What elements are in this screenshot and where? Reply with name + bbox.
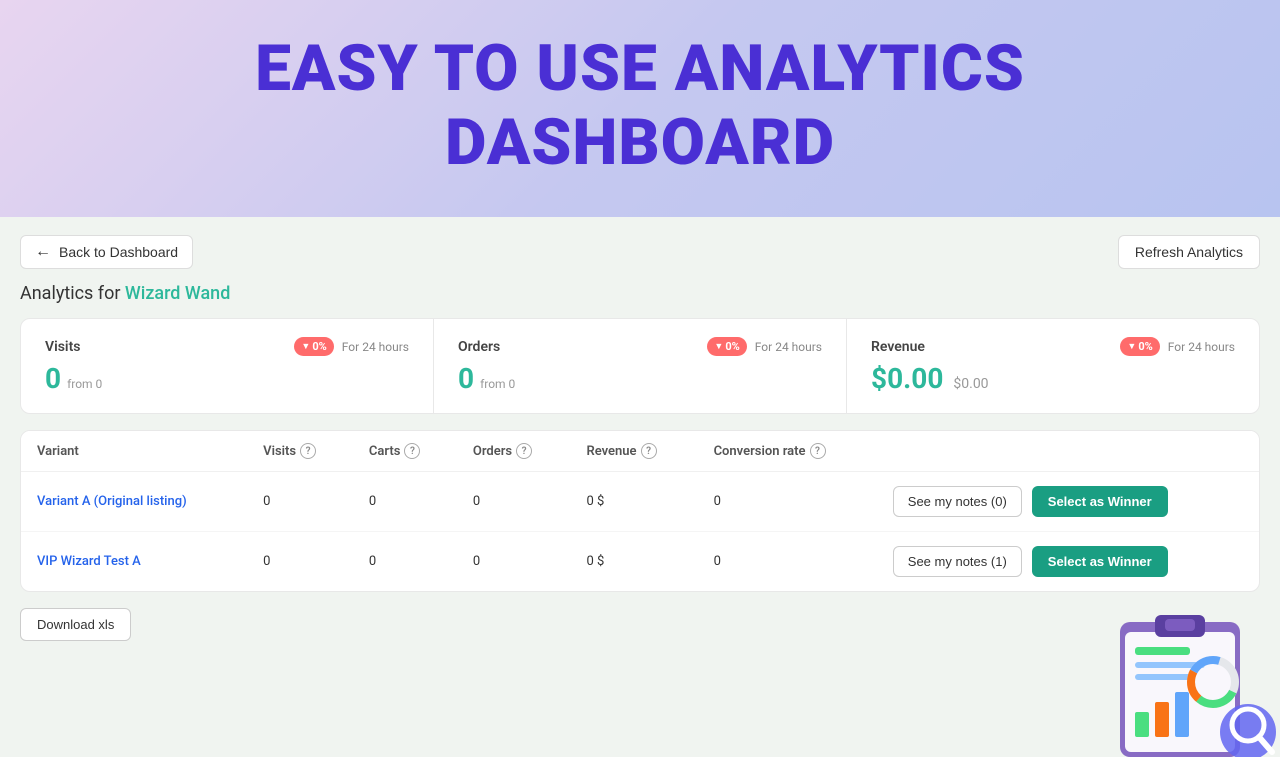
orders-help-icon[interactable]: ? xyxy=(516,443,532,459)
orders-value: 0 from 0 xyxy=(458,362,822,395)
revenue-number: $0.00 xyxy=(871,362,943,395)
variant-b-link[interactable]: VIP Wizard Test A xyxy=(37,554,141,569)
product-name: Wizard Wand xyxy=(125,283,230,304)
table-row: VIP Wizard Test A 0 0 0 0 $ 0 See my not… xyxy=(21,532,1259,592)
th-orders: Orders ? xyxy=(457,431,571,472)
download-xls-button[interactable]: Download xls xyxy=(20,608,131,641)
th-revenue: Revenue ? xyxy=(570,431,697,472)
row0-revenue: 0 $ xyxy=(570,472,697,532)
main-content: ← Back to Dashboard Refresh Analytics An… xyxy=(0,217,1280,757)
row1-carts: 0 xyxy=(353,532,457,592)
visits-header: Visits 0% For 24 hours xyxy=(45,337,409,356)
th-visits: Visits ? xyxy=(247,431,353,472)
stats-row: Visits 0% For 24 hours 0 from 0 Orders 0… xyxy=(20,318,1260,414)
analytics-prefix: Analytics for xyxy=(20,283,120,304)
illustration xyxy=(1080,597,1280,757)
variant-a-link[interactable]: Variant A (Original listing) xyxy=(37,494,187,509)
variants-table: Variant Visits ? Carts ? xyxy=(21,431,1259,591)
row1-orders: 0 xyxy=(457,532,571,592)
row0-carts: 0 xyxy=(353,472,457,532)
row1-action-cell: See my notes (1) Select as Winner xyxy=(893,546,1243,577)
clipboard-analytics-icon xyxy=(1100,597,1280,757)
visits-card: Visits 0% For 24 hours 0 from 0 xyxy=(21,319,434,413)
revenue-period: For 24 hours xyxy=(1168,340,1235,354)
visits-meta: 0% For 24 hours xyxy=(294,337,409,356)
row0-actions: See my notes (0) Select as Winner xyxy=(877,472,1259,532)
row0-winner-button[interactable]: Select as Winner xyxy=(1032,486,1168,517)
visits-badge: 0% xyxy=(294,337,333,356)
visits-from: from 0 xyxy=(67,377,102,391)
hero-section: EASY TO USE ANALYTICS DASHBOARD xyxy=(0,0,1280,217)
visits-label: Visits xyxy=(45,339,80,355)
table-header-row: Variant Visits ? Carts ? xyxy=(21,431,1259,472)
row0-orders: 0 xyxy=(457,472,571,532)
row0-notes-button[interactable]: See my notes (0) xyxy=(893,486,1022,517)
back-label: Back to Dashboard xyxy=(59,244,178,260)
carts-help-icon[interactable]: ? xyxy=(404,443,420,459)
orders-badge: 0% xyxy=(707,337,746,356)
orders-from: from 0 xyxy=(480,377,515,391)
back-button[interactable]: ← Back to Dashboard xyxy=(20,235,193,269)
row1-revenue: 0 $ xyxy=(570,532,697,592)
row1-visits: 0 xyxy=(247,532,353,592)
visits-number: 0 xyxy=(45,362,61,395)
revenue-prev: $0.00 xyxy=(953,376,988,392)
row1-conversion: 0 xyxy=(698,532,877,592)
variants-table-container: Variant Visits ? Carts ? xyxy=(20,430,1260,592)
orders-meta: 0% For 24 hours xyxy=(707,337,822,356)
revenue-header: Revenue 0% For 24 hours xyxy=(871,337,1235,356)
th-carts: Carts ? xyxy=(353,431,457,472)
back-arrow-icon: ← xyxy=(35,243,51,261)
visits-value: 0 from 0 xyxy=(45,362,409,395)
revenue-badge: 0% xyxy=(1120,337,1159,356)
revenue-meta: 0% For 24 hours xyxy=(1120,337,1235,356)
th-actions xyxy=(877,431,1259,472)
refresh-analytics-button[interactable]: Refresh Analytics xyxy=(1118,235,1260,269)
visits-help-icon[interactable]: ? xyxy=(300,443,316,459)
visits-period: For 24 hours xyxy=(342,340,409,354)
revenue-card: Revenue 0% For 24 hours $0.00 $0.00 xyxy=(847,319,1259,413)
row0-visits: 0 xyxy=(247,472,353,532)
row1-actions: See my notes (1) Select as Winner xyxy=(877,532,1259,592)
conversion-help-icon[interactable]: ? xyxy=(810,443,826,459)
analytics-title: Analytics for Wizard Wand xyxy=(20,283,1260,304)
orders-card: Orders 0% For 24 hours 0 from 0 xyxy=(434,319,847,413)
row1-winner-button[interactable]: Select as Winner xyxy=(1032,546,1168,577)
table-row: Variant A (Original listing) 0 0 0 0 $ 0… xyxy=(21,472,1259,532)
revenue-value: $0.00 $0.00 xyxy=(871,362,1235,395)
orders-header: Orders 0% For 24 hours xyxy=(458,337,822,356)
row1-variant: VIP Wizard Test A xyxy=(21,532,247,592)
top-bar: ← Back to Dashboard Refresh Analytics xyxy=(20,235,1260,269)
refresh-label: Refresh Analytics xyxy=(1135,244,1243,260)
th-conversion: Conversion rate ? xyxy=(698,431,877,472)
orders-label: Orders xyxy=(458,339,500,355)
row1-notes-button[interactable]: See my notes (1) xyxy=(893,546,1022,577)
row0-variant: Variant A (Original listing) xyxy=(21,472,247,532)
revenue-help-icon[interactable]: ? xyxy=(641,443,657,459)
revenue-label: Revenue xyxy=(871,339,925,355)
row0-action-cell: See my notes (0) Select as Winner xyxy=(893,486,1243,517)
orders-number: 0 xyxy=(458,362,474,395)
th-variant: Variant xyxy=(21,431,247,472)
row0-conversion: 0 xyxy=(698,472,877,532)
hero-title: EASY TO USE ANALYTICS DASHBOARD xyxy=(20,32,1260,179)
orders-period: For 24 hours xyxy=(755,340,822,354)
